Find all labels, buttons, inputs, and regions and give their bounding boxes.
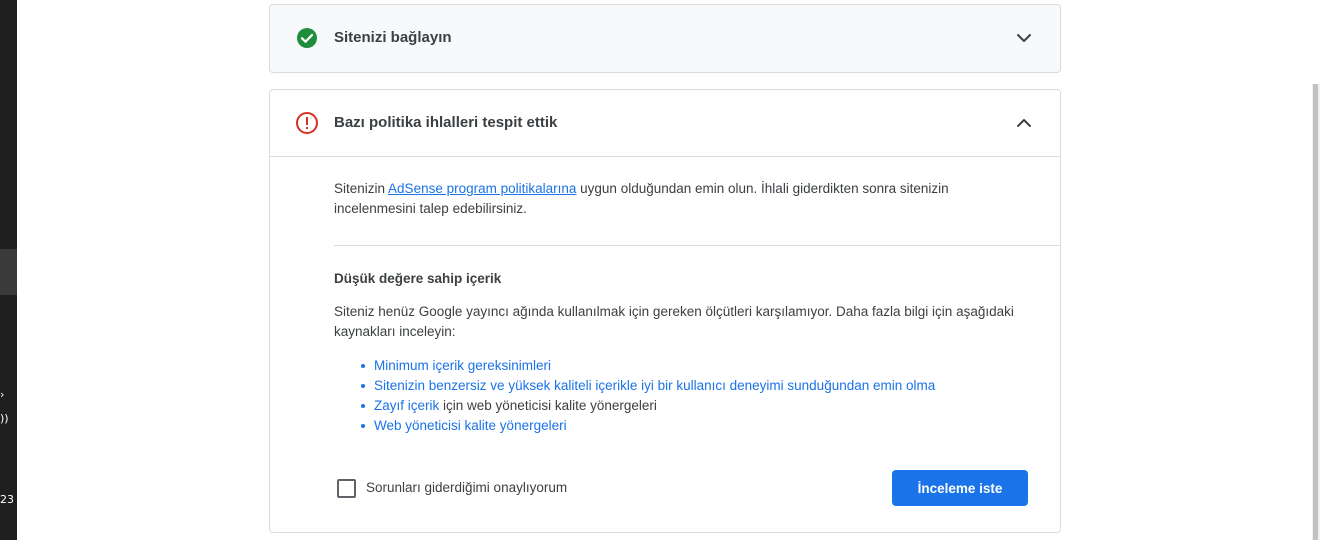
os-taskbar: › )) 23 [0, 0, 17, 540]
policy-violations-header[interactable]: Bazı politika ihlalleri tespit ettik [270, 90, 1060, 156]
taskbar-active-item[interactable] [0, 249, 17, 295]
wifi-icon[interactable]: )) [0, 412, 9, 425]
policy-violations-title: Bazı politika ihlalleri tespit ettik [334, 114, 558, 131]
webmaster-guidelines-link[interactable]: Web yöneticisi kalite yönergeleri [374, 418, 567, 433]
adsense-policies-link[interactable]: AdSense program politikalarına [388, 181, 576, 196]
connect-site-card[interactable]: Sitenizi bağlayın [269, 4, 1061, 73]
resources-list: Minimum içerik gereksinimleri Sitenizin … [334, 356, 935, 436]
connect-site-title: Sitenizi bağlayın [334, 29, 452, 46]
list-item: Minimum içerik gereksinimleri [360, 356, 935, 376]
chevron-down-icon[interactable] [1012, 26, 1036, 50]
low-value-content-description: Siteniz henüz Google yayıncı ağında kull… [334, 304, 1014, 339]
unique-quality-content-link[interactable]: Sitenizin benzersiz ve yüksek kaliteli i… [374, 378, 935, 393]
section-divider [334, 245, 1060, 246]
chevron-right-icon[interactable]: › [0, 388, 4, 401]
request-review-button[interactable]: İnceleme iste [892, 470, 1028, 506]
scrollbar-thumb[interactable] [1313, 84, 1318, 540]
policy-violations-card: Bazı politika ihlalleri tespit ettik Sit… [269, 89, 1061, 533]
check-circle-icon [297, 28, 317, 48]
list-item: Web yöneticisi kalite yönergeleri [360, 416, 935, 436]
confirm-fix-checkbox[interactable] [337, 479, 356, 498]
connect-site-header[interactable]: Sitenizi bağlayın [270, 5, 1060, 71]
policy-intro-text: Sitenizin AdSense program politikalarına… [334, 181, 949, 216]
minimum-content-requirements-link[interactable]: Minimum içerik gereksinimleri [374, 358, 551, 373]
list-item: Sitenizin benzersiz ve yüksek kaliteli i… [360, 376, 935, 396]
thin-content-link[interactable]: Zayıf içerik [374, 398, 439, 413]
error-outline-icon [296, 112, 318, 134]
header-divider [270, 156, 1060, 157]
chevron-up-icon[interactable] [1012, 111, 1036, 135]
page-scrollbar[interactable] [1312, 84, 1320, 540]
clock-text[interactable]: 23 [0, 493, 14, 506]
confirm-fix-label[interactable]: Sorunları giderdiğimi onaylıyorum [366, 480, 567, 495]
list-item: Zayıf içerik için web yöneticisi kalite … [360, 396, 935, 416]
low-value-content-heading: Düşük değere sahip içerik [334, 271, 502, 286]
